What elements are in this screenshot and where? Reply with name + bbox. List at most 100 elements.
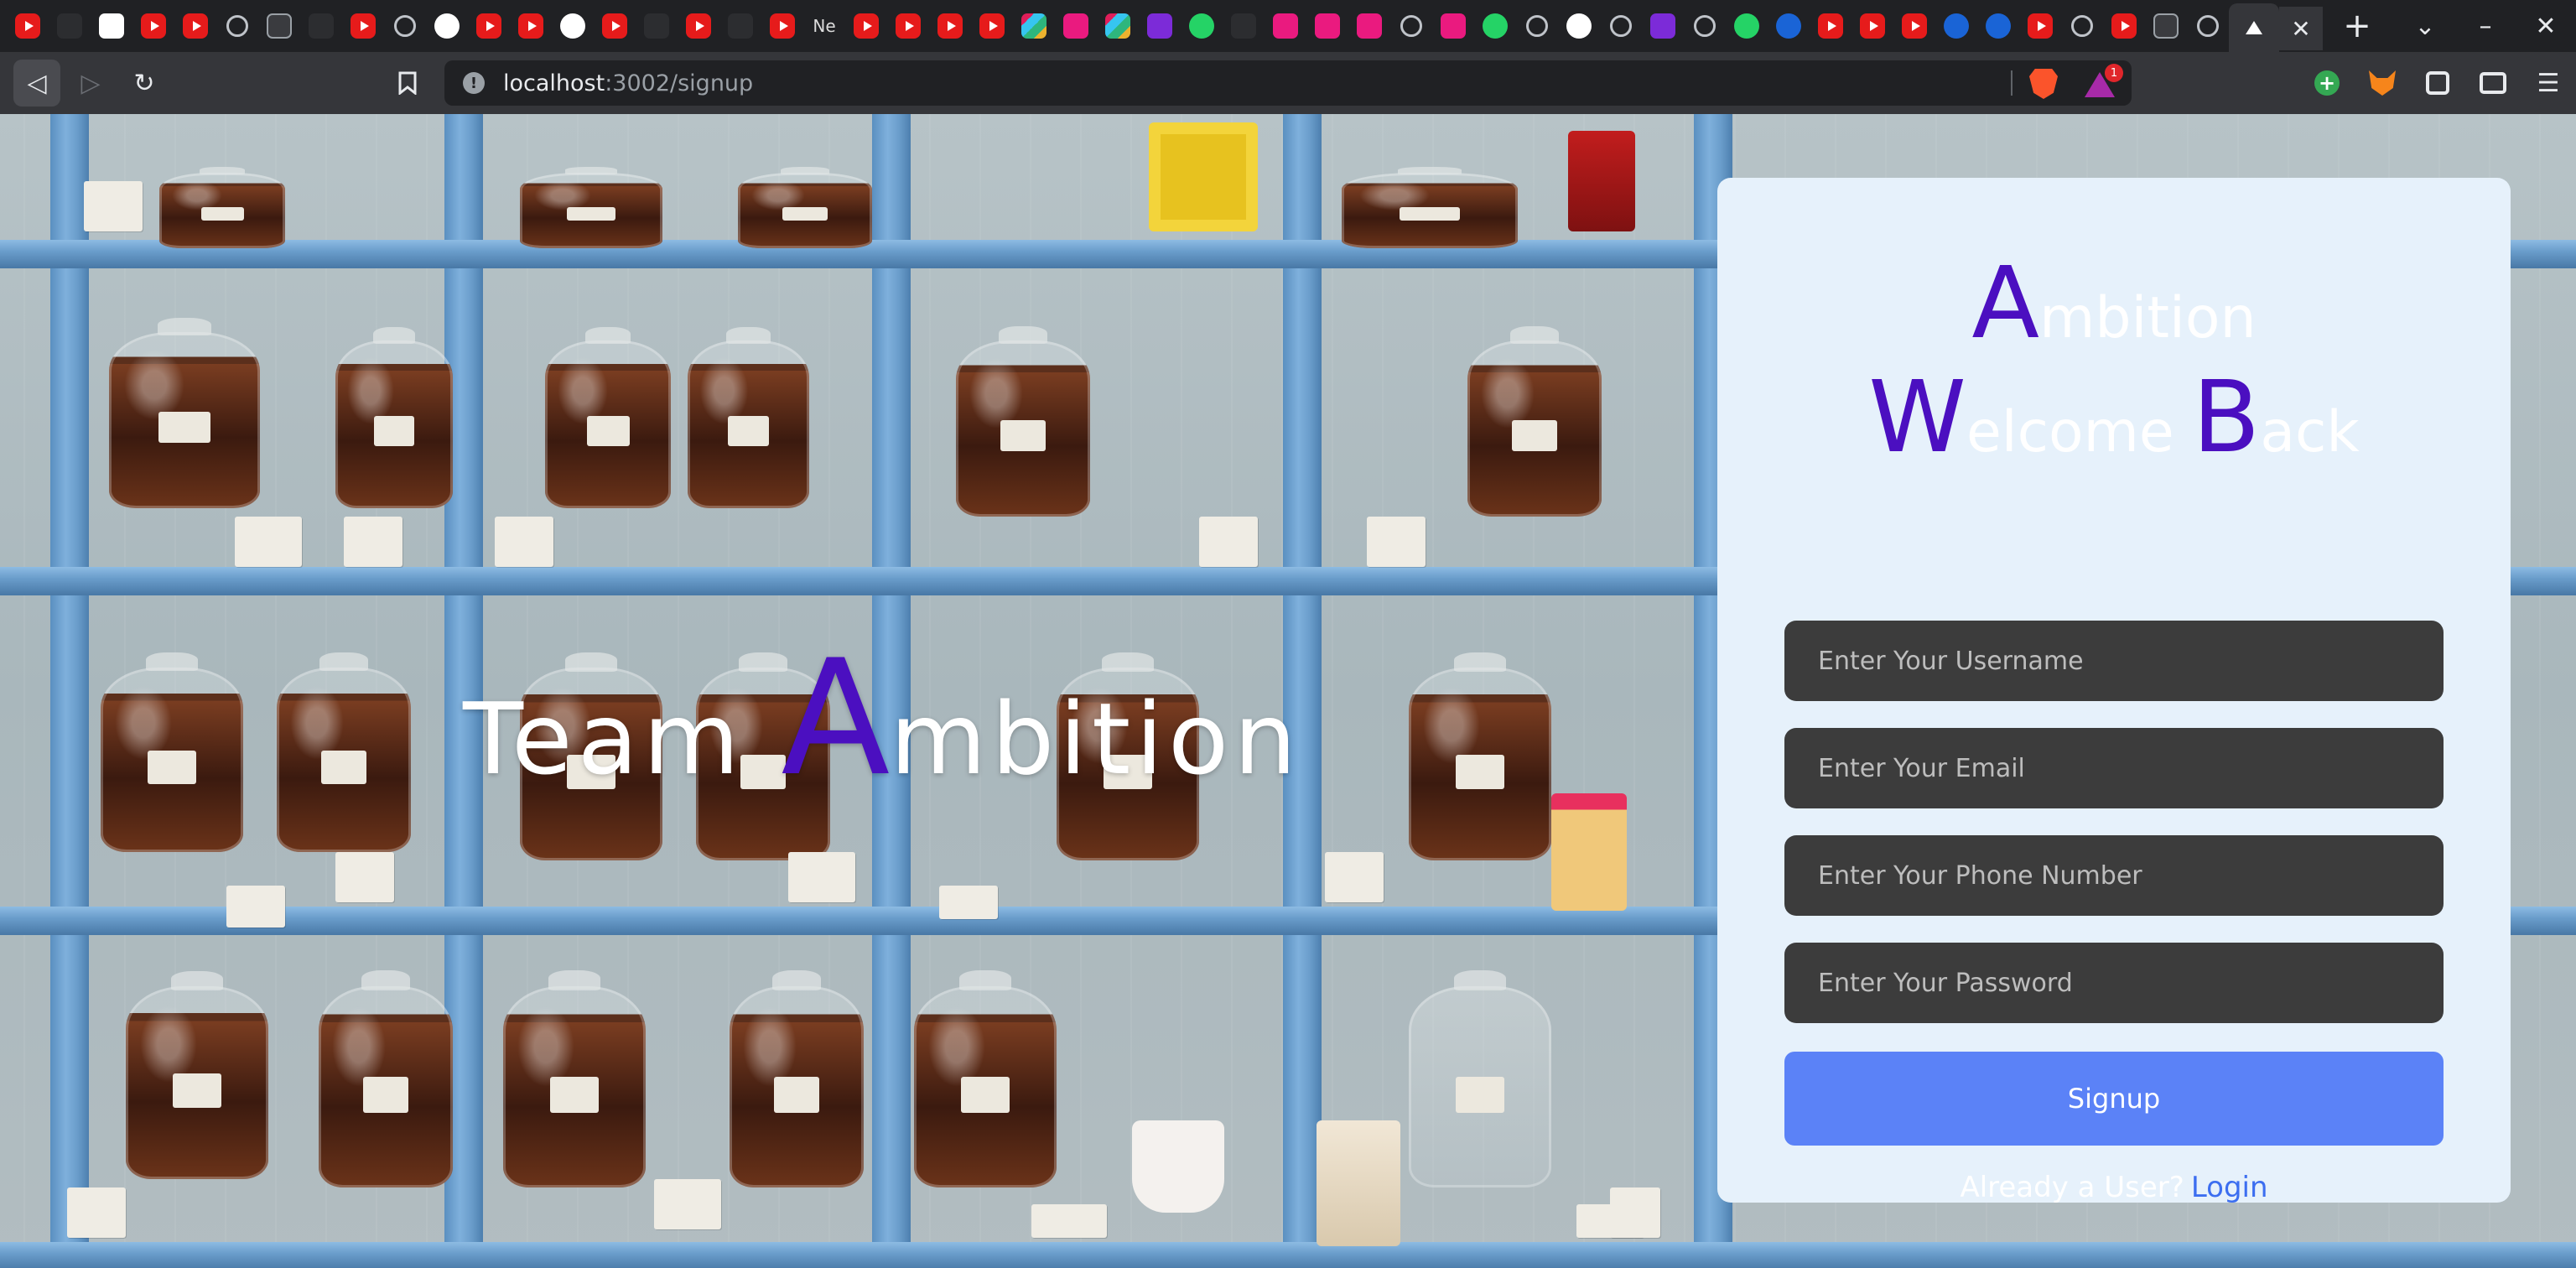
hero-cap: A [781, 626, 891, 811]
tea-box [1610, 1187, 1660, 1238]
back-button[interactable]: ◁ [13, 60, 60, 107]
phone-field[interactable] [1784, 835, 2444, 916]
tab-chat[interactable] [1348, 4, 1390, 48]
tab-youtube[interactable] [174, 4, 216, 48]
minimize-button[interactable]: – [2455, 12, 2516, 41]
tab-youtube[interactable] [1893, 4, 1935, 48]
username-field[interactable] [1784, 621, 2444, 701]
shelf-board [0, 1242, 2576, 1268]
tab-globe[interactable] [1684, 4, 1726, 48]
tab-youtube[interactable] [845, 4, 887, 48]
tab-bars[interactable] [1223, 4, 1265, 48]
login-link[interactable]: Login [2191, 1171, 2268, 1204]
tab-youtube[interactable] [678, 4, 719, 48]
tab-flutter[interactable] [1768, 4, 1810, 48]
tab-youtube[interactable] [7, 4, 49, 48]
tab-youtube[interactable] [2103, 4, 2145, 48]
tab-vite[interactable] [1642, 4, 1684, 48]
tab-chat[interactable] [1306, 4, 1348, 48]
whatsapp-icon [1734, 13, 1759, 39]
title-rest-welcome: elcome [1966, 399, 2193, 465]
puzzle-icon [2426, 71, 2449, 95]
youtube-icon [1818, 13, 1843, 39]
tab-list[interactable] [1139, 4, 1181, 48]
tab-list-chevron-icon[interactable]: ⌄ [2395, 12, 2455, 41]
tab-youtube[interactable] [594, 4, 636, 48]
tab-globe[interactable] [2187, 4, 2229, 48]
tab-youtube[interactable] [1810, 4, 1852, 48]
jar-image [159, 166, 285, 248]
tab-youtube[interactable] [971, 4, 1013, 48]
tab-chart[interactable] [1935, 4, 1977, 48]
tab-image[interactable] [258, 4, 300, 48]
brave-rewards-icon[interactable]: 1 [2085, 64, 2123, 97]
tab-bot[interactable] [636, 4, 678, 48]
tab-leaf-green[interactable] [1474, 4, 1516, 48]
tab-slack[interactable] [1013, 4, 1055, 48]
tab-info[interactable] [384, 4, 426, 48]
tab-github[interactable] [552, 4, 594, 48]
tab-whatsapp[interactable] [1726, 4, 1768, 48]
tab-leaf[interactable] [1181, 4, 1223, 48]
extensions-puzzle-icon[interactable] [2410, 52, 2465, 114]
tab-youtube[interactable] [342, 4, 384, 48]
tea-box [84, 181, 143, 231]
tab-youtube[interactable] [510, 4, 552, 48]
chat-icon [1063, 13, 1088, 39]
jar-image [109, 318, 260, 508]
close-tab-button[interactable]: ✕ [2279, 7, 2323, 50]
tab-globe[interactable] [1600, 4, 1642, 48]
signup-button[interactable]: Signup [1784, 1052, 2444, 1146]
extension-add-icon[interactable]: + [2299, 52, 2355, 114]
tab-chat[interactable] [1265, 4, 1306, 48]
tab-globe[interactable] [2061, 4, 2103, 48]
tab-unicorn[interactable] [1432, 4, 1474, 48]
tab-globe[interactable] [1516, 4, 1558, 48]
tab-django[interactable] [49, 4, 91, 48]
tab-youtube[interactable] [132, 4, 174, 48]
tab-youtube[interactable] [468, 4, 510, 48]
menu-icon[interactable]: ☰ [2521, 52, 2576, 114]
jar-image [956, 326, 1090, 517]
tab-youtube[interactable] [1852, 4, 1893, 48]
tab-youtube[interactable] [887, 4, 929, 48]
chat-icon [1357, 13, 1382, 39]
tab-slack[interactable] [1097, 4, 1139, 48]
tab-image[interactable] [2145, 4, 2187, 48]
tab-youtube[interactable] [929, 4, 971, 48]
address-bar[interactable]: ! localhost:3002/signup 1 [444, 60, 2132, 106]
tab-globe[interactable] [216, 4, 258, 48]
site-info-icon[interactable]: ! [463, 72, 485, 94]
tab-chat[interactable] [1055, 4, 1097, 48]
url-text[interactable]: localhost:3002/signup [503, 70, 753, 96]
tab-github-dark[interactable] [719, 4, 761, 48]
tab-medium[interactable] [300, 4, 342, 48]
close-window-button[interactable]: ✕ [2516, 12, 2576, 41]
tab-active[interactable] [2229, 3, 2279, 52]
new-tab-button[interactable]: + [2328, 4, 2386, 48]
leaf-icon [1189, 13, 1214, 39]
tab-text-ne[interactable]: Ne [803, 4, 845, 48]
password-field[interactable] [1784, 943, 2444, 1023]
github-icon [1566, 13, 1592, 39]
tab-github[interactable] [1558, 4, 1600, 48]
bookmark-icon[interactable] [384, 60, 431, 107]
tea-box [67, 1187, 126, 1238]
tab-github[interactable] [426, 4, 468, 48]
wallet-icon[interactable] [2465, 52, 2521, 114]
email-field[interactable] [1784, 728, 2444, 808]
metamask-icon[interactable] [2355, 52, 2410, 114]
tab-notes[interactable] [91, 4, 132, 48]
tab-c-logo[interactable] [1977, 4, 2019, 48]
youtube-icon [183, 13, 208, 39]
reload-button[interactable]: ↻ [121, 60, 168, 107]
tab-globe[interactable] [1390, 4, 1432, 48]
address-divider [2011, 70, 2012, 96]
rewards-badge: 1 [2105, 64, 2123, 82]
youtube-icon [2028, 13, 2053, 39]
youtube-icon [476, 13, 501, 39]
tab-youtube[interactable] [2019, 4, 2061, 48]
tab-youtube[interactable] [761, 4, 803, 48]
forward-button[interactable]: ▷ [67, 60, 114, 107]
brave-shields-icon[interactable] [2029, 69, 2058, 99]
